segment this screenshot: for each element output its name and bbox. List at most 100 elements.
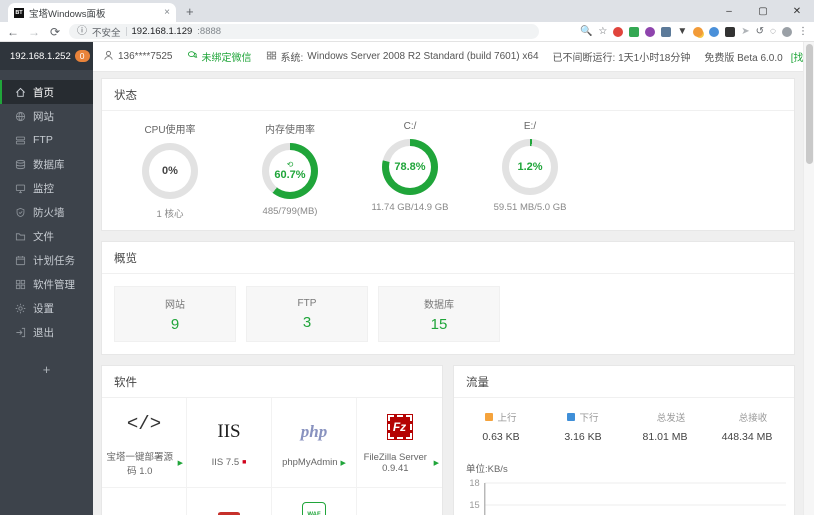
extension-icon[interactable]: [709, 26, 720, 37]
status-badge: ■: [242, 459, 247, 466]
extension-icon[interactable]: [661, 26, 672, 37]
disk-c-gauge-ring: 78.8%: [382, 139, 438, 195]
browser-tab-strip: BT 宝塔Windows面板 × + – ▢ ✕: [0, 0, 814, 22]
status-card: 状态 CPU使用率 0% 1 核心 内存使用率 ⟲ 60.7% 485/799(…: [101, 78, 795, 231]
sidebar-item-files[interactable]: 文件: [0, 224, 93, 248]
extension-icon[interactable]: [629, 26, 640, 37]
sidebar-item-ftp[interactable]: FTP: [0, 128, 93, 152]
message-count-badge[interactable]: 0: [74, 50, 90, 62]
new-tab-button[interactable]: +: [186, 4, 194, 22]
stat-databases[interactable]: 数据库 15: [378, 286, 500, 342]
version-label: 免费版 Beta 6.0.0: [704, 53, 783, 64]
window-minimize-button[interactable]: –: [712, 0, 746, 22]
software-item[interactable]: redis 1.0▶: [187, 488, 272, 515]
software-item[interactable]: WAF 宝塔IIS防火墙 1.0▶: [272, 488, 357, 515]
window-maximize-button[interactable]: ▢: [746, 0, 780, 22]
software-item[interactable]: IIS IIS 7.5 ■: [187, 398, 272, 488]
extension-icon[interactable]: [613, 26, 624, 37]
sidebar-item-settings[interactable]: 设置: [0, 296, 93, 320]
cpu-gauge: CPU使用率 0% 1 核心: [110, 121, 230, 220]
history-icon[interactable]: ↺: [756, 26, 764, 37]
reload-icon[interactable]: ⟳: [48, 25, 62, 39]
page-scrollbar[interactable]: [803, 42, 814, 515]
extension-icon[interactable]: ◌: [770, 26, 776, 37]
sidebar-item-database[interactable]: 数据库: [0, 152, 93, 176]
url-bar[interactable]: ⓘ 不安全 192.168.1.129 :8888: [69, 24, 539, 39]
logout-icon: [16, 327, 26, 337]
legend-upload: 上行 0.63 KB: [482, 413, 520, 443]
software-item[interactable]: </> 宝塔一键部署源码 1.0 ▶: [102, 398, 187, 488]
monitor-icon: [15, 184, 26, 193]
sidebar-item-logout[interactable]: 退出: [0, 320, 93, 344]
filezilla-icon: Fz: [386, 412, 413, 442]
release-memory-icon[interactable]: ⟲: [287, 161, 294, 169]
status-badge: ▶: [433, 459, 439, 467]
folder-icon: [15, 232, 26, 240]
home-icon: [16, 87, 25, 97]
system-info: 系统: Windows Server 2008 R2 Standard (bui…: [266, 49, 539, 64]
disk-e-gauge-ring: 1.2%: [502, 139, 558, 195]
browser-menu-icon[interactable]: ⋮: [798, 26, 808, 37]
memory-gauge-ring: ⟲ 60.7%: [262, 143, 318, 199]
code-icon: </>: [126, 412, 162, 435]
traffic-card: 流量 上行 0.63 KB 下行 3.16 KB 总发送 81.01 MB 总接…: [453, 365, 795, 515]
svg-text:18: 18: [469, 478, 479, 488]
legend-total-received: 总接收 448.34 MB: [721, 413, 773, 443]
memory-gauge: 内存使用率 ⟲ 60.7% 485/799(MB): [262, 125, 318, 217]
software-title: 软件: [102, 366, 442, 398]
extension-icon[interactable]: [645, 26, 656, 37]
profile-avatar[interactable]: [782, 26, 792, 37]
status-title: 状态: [102, 79, 794, 111]
svg-text:15: 15: [469, 500, 479, 510]
wechat-icon: [187, 50, 198, 64]
extension-icon[interactable]: [693, 26, 704, 37]
software-item[interactable]: php PHP-5.2▶: [102, 488, 187, 515]
browser-tab[interactable]: BT 宝塔Windows面板 ×: [8, 3, 176, 22]
sidebar-item-firewall[interactable]: 防火墙: [0, 200, 93, 224]
extension-icon[interactable]: [725, 26, 736, 37]
security-label: 不安全: [92, 27, 121, 39]
overview-card: 概览 网站 9 FTP 3 数据库 15: [101, 241, 795, 355]
server-selector[interactable]: 192.168.1.252 0: [0, 42, 93, 70]
forward-icon[interactable]: →: [27, 25, 41, 39]
sidebar-item-cron[interactable]: 计划任务: [0, 248, 93, 272]
tab-close-icon[interactable]: ×: [164, 7, 170, 18]
iis-icon: IIS: [217, 421, 241, 442]
database-icon: [15, 159, 26, 169]
software-item[interactable]: php phpMyAdmin ▶: [272, 398, 357, 488]
bookmark-star-icon[interactable]: ☆: [598, 26, 607, 37]
disk-e-gauge: E:/ 1.2% 59.51 MB/5.0 GB: [493, 121, 567, 213]
uptime: 已不间断运行: 1天1小时18分钟: [552, 53, 691, 64]
calendar-icon: [15, 255, 26, 265]
disk-c-gauge: C:/ 78.8% 11.74 GB/14.9 GB: [371, 121, 449, 213]
cpu-gauge-ring: 0%: [142, 143, 198, 199]
wechat-bind-link[interactable]: 未绑定微信: [187, 49, 252, 64]
back-icon[interactable]: ←: [6, 25, 20, 39]
share-icon[interactable]: ➤: [741, 26, 749, 37]
windows-icon: [266, 50, 277, 64]
sidebar-item-software[interactable]: 软件管理: [0, 272, 93, 296]
panel-header: 136****7525 未绑定微信 系统: Windows Server 200…: [93, 42, 814, 72]
php-icon: php: [131, 507, 157, 515]
sidebar-item-monitor[interactable]: 监控: [0, 176, 93, 200]
sidebar-add-button[interactable]: +: [0, 362, 93, 377]
stat-websites[interactable]: 网站 9: [114, 286, 236, 342]
window-close-button[interactable]: ✕: [780, 0, 814, 22]
software-item[interactable]: Fz FileZilla Server 0.9.41 ▶: [357, 398, 442, 488]
globe-icon: [15, 111, 26, 121]
scrollbar-thumb[interactable]: [806, 44, 813, 164]
tab-title: 宝塔Windows面板: [29, 8, 106, 20]
chart-unit-label: 单位:KB/s: [466, 464, 508, 475]
redis-icon: [218, 507, 240, 515]
sidebar-item-home[interactable]: 首页: [0, 80, 93, 104]
server-ip: 192.168.1.252: [10, 50, 71, 62]
waf-shield-icon: WAF: [302, 500, 326, 515]
software-empty-cell: [357, 488, 442, 515]
zoom-icon[interactable]: 🔍: [580, 26, 592, 37]
user-account[interactable]: 136****7525: [103, 50, 173, 64]
sidebar-item-website[interactable]: 网站: [0, 104, 93, 128]
traffic-title: 流量: [454, 366, 794, 398]
software-card: 软件 </> 宝塔一键部署源码 1.0 ▶ IIS IIS 7.5 ■ php ph: [101, 365, 443, 515]
stat-ftp[interactable]: FTP 3: [246, 286, 368, 342]
filter-extension-icon[interactable]: ▼: [677, 26, 687, 37]
